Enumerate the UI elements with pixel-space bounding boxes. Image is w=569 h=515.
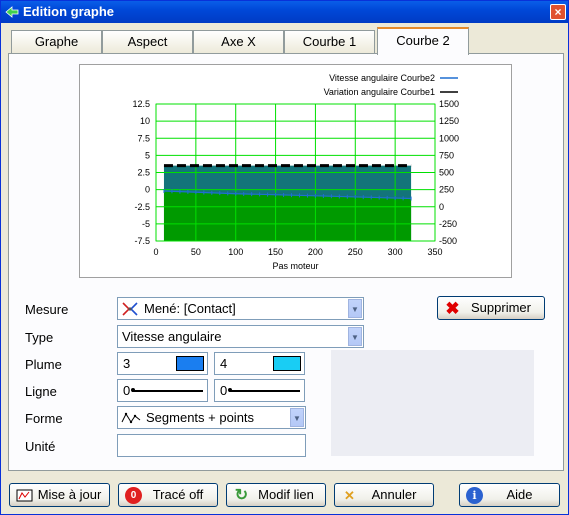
legend-item-courbe1: Variation angulaire Courbe1 — [324, 87, 435, 97]
y-left-tick-label: -5 — [142, 219, 150, 229]
mise-a-jour-button[interactable]: Mise à jour — [9, 483, 110, 507]
close-icon[interactable]: × — [550, 4, 566, 20]
info-icon: i — [466, 487, 483, 504]
forme-value: Segments + points — [146, 410, 255, 425]
color-swatch — [273, 356, 301, 371]
x-axis-label: Pas moteur — [272, 261, 318, 271]
window-title: Edition graphe — [23, 4, 114, 19]
delete-icon: ✖ — [445, 299, 460, 318]
type-value: Vitesse angulaire — [122, 329, 222, 344]
y-right-tick-label: 750 — [439, 150, 454, 160]
x-tick-label: 250 — [348, 247, 363, 257]
forme-select[interactable]: Segments + points ▼ — [117, 406, 306, 429]
y-left-tick-label: 5 — [145, 150, 150, 160]
courbe1-fill-top — [163, 165, 412, 190]
y-right-tick-label: 0 — [439, 202, 444, 212]
plume-label: Plume — [25, 357, 62, 372]
color-swatch — [176, 356, 204, 371]
contact-icon — [122, 302, 138, 316]
ligne-1-picker[interactable]: 0 — [117, 379, 208, 402]
supprimer-button[interactable]: ✖ Supprimer — [437, 296, 545, 320]
mesure-label: Mesure — [25, 302, 69, 317]
line-sample — [132, 390, 203, 392]
x-tick-label: 50 — [191, 247, 201, 257]
modif-lien-button[interactable]: ↻ Modif lien — [226, 483, 326, 507]
refresh-icon: ↻ — [234, 487, 249, 504]
legend-item-courbe2: Vitesse angulaire Courbe2 — [329, 73, 435, 83]
y-left-tick-label: -2.5 — [134, 202, 150, 212]
update-graph-icon — [16, 489, 33, 502]
tab-courbe-2[interactable]: Courbe 2 — [377, 27, 469, 55]
y-right-tick-label: 1250 — [439, 116, 459, 126]
x-tick-label: 300 — [388, 247, 403, 257]
courbe2-fill-bottom — [163, 190, 412, 241]
plume-1-picker[interactable]: 3 — [117, 352, 208, 375]
annuler-button[interactable]: ✕ Annuler — [334, 483, 434, 507]
y-left-tick-label: 0 — [145, 185, 150, 195]
tab-aspect[interactable]: Aspect — [102, 30, 193, 54]
y-left-tick-label: 10 — [140, 116, 150, 126]
trace-off-button[interactable]: 0 Tracé off — [118, 483, 218, 507]
aide-button[interactable]: i Aide — [459, 483, 560, 507]
segments-points-icon — [121, 412, 141, 424]
tab-axe-x[interactable]: Axe X — [193, 30, 284, 54]
tab-courbe-1[interactable]: Courbe 1 — [284, 30, 375, 54]
y-right-tick-label: -500 — [439, 236, 457, 246]
ligne-label: Ligne — [25, 384, 57, 399]
chevron-down-icon[interactable]: ▼ — [348, 327, 362, 346]
mesure-value: Mené: [Contact] — [144, 301, 236, 316]
y-right-tick-label: 1500 — [439, 99, 459, 109]
chart: 0 50 100 150 200 250 300 350 12.5 10 7.5 5 2.5 0 -2.5 -… — [132, 73, 459, 271]
y-left-tick-label: 2.5 — [137, 168, 150, 178]
y-left-tick-label: 12.5 — [132, 99, 150, 109]
app-icon — [5, 6, 19, 18]
x-tick-label: 100 — [228, 247, 243, 257]
y-right-tick-label: 250 — [439, 185, 454, 195]
chevron-down-icon[interactable]: ▼ — [290, 408, 304, 427]
title-bar: Edition graphe × — [1, 1, 568, 23]
y-left-tick-label: 7.5 — [137, 133, 150, 143]
type-label: Type — [25, 330, 54, 345]
y-right-tick-label: 1000 — [439, 133, 459, 143]
plume-2-picker[interactable]: 4 — [214, 352, 305, 375]
tab-graphe[interactable]: Graphe — [11, 30, 102, 54]
unite-input[interactable] — [117, 434, 306, 457]
x-tick-label: 350 — [427, 247, 442, 257]
x-tick-label: 200 — [308, 247, 323, 257]
x-tick-label: 0 — [153, 247, 158, 257]
y-left-tick-label: -7.5 — [134, 236, 150, 246]
unite-label: Unité — [25, 439, 56, 454]
edition-graphe-window: Edition graphe × Graphe Aspect Axe X Cou… — [0, 0, 569, 515]
y-right-tick-label: -250 — [439, 219, 457, 229]
type-select[interactable]: Vitesse angulaire ▼ — [117, 325, 364, 348]
chevron-down-icon[interactable]: ▼ — [348, 299, 362, 318]
stop-icon: 0 — [125, 487, 142, 504]
y-right-tick-label: 500 — [439, 168, 454, 178]
mesure-select[interactable]: Mené: [Contact] ▼ — [117, 297, 364, 320]
x-tick-label: 150 — [268, 247, 283, 257]
chart-area: 0 50 100 150 200 250 300 350 12.5 10 7.5 5 2.5 0 -2.5 -… — [79, 64, 512, 278]
ligne-2-picker[interactable]: 0 — [214, 379, 305, 402]
preview-area — [331, 350, 534, 456]
line-sample — [229, 390, 300, 392]
cancel-icon: ✕ — [344, 488, 355, 503]
forme-label: Forme — [25, 411, 63, 426]
